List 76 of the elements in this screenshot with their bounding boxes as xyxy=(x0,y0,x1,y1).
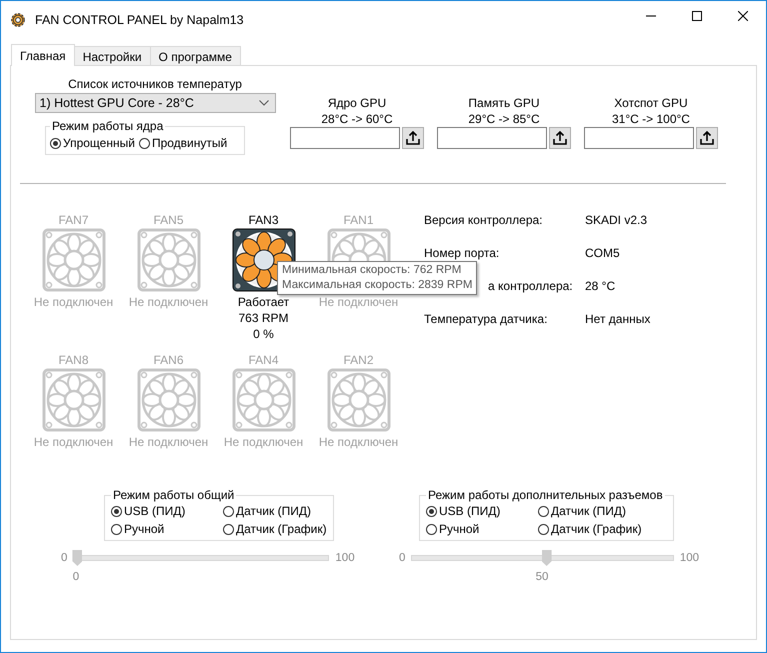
radio-option[interactable]: Ручной xyxy=(111,522,223,536)
fan-status: Не подключен xyxy=(224,434,304,450)
fan-rpm: 763 RPM xyxy=(238,310,289,326)
radio-option[interactable]: Ручной xyxy=(426,522,538,536)
tooltip-text: Минимальная скорость: 762 RPM xyxy=(282,263,462,278)
slider[interactable] xyxy=(73,549,330,567)
fan-status: Не подключен xyxy=(34,434,114,450)
sensor-range: 29°C -> 85°C xyxy=(468,111,540,127)
sensor-name: Память GPU xyxy=(468,95,540,111)
group-title: Режим работы общий xyxy=(112,488,236,502)
fan-name: FAN8 xyxy=(58,352,88,368)
tab[interactable]: Настройки xyxy=(74,46,151,66)
info-label: Версия контроллера: xyxy=(424,212,544,228)
fan-status: Не подключен xyxy=(128,434,208,450)
sensor-name: Хотспот GPU xyxy=(614,95,688,111)
fan-name: FAN6 xyxy=(153,352,184,368)
fan-name: FAN3 xyxy=(248,212,278,228)
upload-icon xyxy=(699,130,715,146)
fan-name: FAN4 xyxy=(248,352,278,368)
upload-button[interactable] xyxy=(549,127,571,149)
radio-option[interactable]: USB (ПИД) xyxy=(111,504,223,518)
input-field[interactable] xyxy=(584,127,694,149)
tab[interactable]: О программе xyxy=(150,46,241,66)
window-title: FAN CONTROL PANEL by Napalm13 xyxy=(35,13,244,27)
fan-name: FAN1 xyxy=(343,212,374,228)
slider-max: 100 xyxy=(335,552,355,564)
upload-icon xyxy=(552,130,568,146)
info-label: а контроллера: xyxy=(488,278,573,294)
tooltip-text: Максимальная скорость: 2839 RPM xyxy=(282,278,472,293)
sensor-name: Ядро GPU xyxy=(328,95,386,111)
gear-icon xyxy=(9,11,27,29)
input-field[interactable] xyxy=(437,127,547,149)
fan-status: Не подключен xyxy=(34,294,114,310)
radio-option[interactable]: USB (ПИД) xyxy=(426,504,538,518)
fan-name: FAN5 xyxy=(153,212,184,228)
info-value: 28 °C xyxy=(585,278,616,294)
input-field[interactable] xyxy=(290,127,400,149)
slider-min: 0 xyxy=(399,552,406,564)
info-label: Номер порта: xyxy=(424,245,500,261)
radio-option[interactable]: Датчик (График) xyxy=(223,522,329,536)
fan-name: FAN2 xyxy=(343,352,374,368)
fan-percent: 0 % xyxy=(253,326,274,342)
sensor-range: 31°C -> 100°C xyxy=(612,111,690,127)
slider-max: 100 xyxy=(680,552,699,564)
close-icon xyxy=(738,11,748,21)
slider-value: 50 xyxy=(536,571,548,583)
fan-status: Не подключен xyxy=(318,294,398,310)
radio-option[interactable]: Упрощенный xyxy=(50,136,135,150)
group-title: Режим работы ядра xyxy=(51,119,164,133)
slider-min: 0 xyxy=(61,552,68,564)
tab[interactable]: Главная xyxy=(11,44,75,66)
slider-value: 0 xyxy=(72,571,80,583)
sensor-range: 28°C -> 60°C xyxy=(321,111,393,127)
slider-thumb[interactable] xyxy=(72,550,82,566)
info-value: COM5 xyxy=(585,245,621,261)
upload-button[interactable] xyxy=(696,127,718,149)
chevron-down-icon xyxy=(258,100,268,106)
fan-status: Не подключен xyxy=(318,434,398,450)
info-value: SKADI v2.3 xyxy=(585,212,648,228)
radio-option[interactable]: Датчик (График) xyxy=(538,522,669,536)
fan-status: Не подключен xyxy=(128,294,208,310)
maximize-icon xyxy=(692,11,702,21)
radio-option[interactable]: Датчик (ПИД) xyxy=(223,504,329,518)
info-value: Нет данных xyxy=(585,311,650,327)
source-label: Список источников температур xyxy=(68,77,242,93)
fan-name: FAN7 xyxy=(58,212,88,228)
radio-option[interactable]: Датчик (ПИД) xyxy=(538,504,669,518)
upload-button[interactable] xyxy=(402,127,424,149)
group-title: Режим работы дополнительных разъемов xyxy=(427,488,664,502)
slider[interactable] xyxy=(411,549,674,567)
radio-option[interactable]: Продвинутый xyxy=(138,136,228,150)
source-dropdown[interactable]: 1) Hottest GPU Core - 28°C xyxy=(34,93,276,113)
upload-icon xyxy=(405,130,421,146)
slider-thumb[interactable] xyxy=(542,550,552,566)
info-label: Температура датчика: xyxy=(424,311,548,327)
fan-status: Работает xyxy=(238,294,290,310)
